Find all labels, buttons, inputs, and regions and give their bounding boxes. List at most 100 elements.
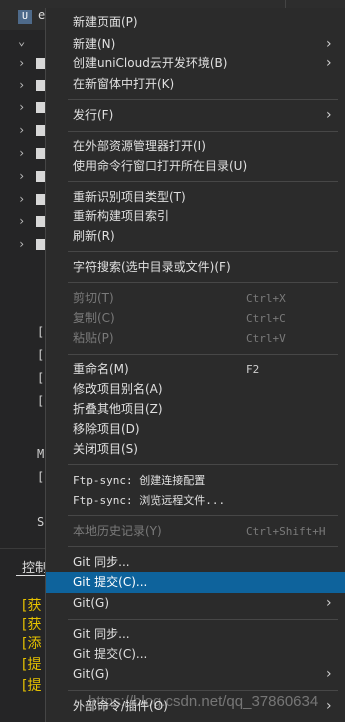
tree-row[interactable]: [: [0, 391, 50, 413]
file-glyph: S: [37, 515, 45, 529]
chevron-right-icon[interactable]: ›: [18, 78, 25, 92]
tree-row[interactable]: ›: [0, 233, 50, 255]
menu-item-collapse-others[interactable]: 折叠其他项目(Z): [46, 399, 345, 420]
menu-item-close-project[interactable]: 关闭项目(S): [46, 439, 345, 460]
console-line: [提: [22, 657, 42, 673]
tree-row[interactable]: ›: [0, 119, 50, 141]
menu-separator: [68, 282, 338, 283]
menu-item-git-commit-2[interactable]: Git 提交(C)...: [46, 644, 345, 665]
chevron-right-icon: ›: [326, 666, 332, 682]
chevron-right-icon[interactable]: ›: [18, 192, 25, 206]
menu-item-open-terminal[interactable]: 使用命令行窗口打开所在目录(U): [46, 156, 345, 177]
project-type-icon: U: [18, 10, 32, 24]
menu-item-git-2[interactable]: Git(G) ›: [46, 664, 345, 685]
chevron-right-icon[interactable]: ›: [18, 237, 25, 251]
menu-separator: [68, 464, 338, 465]
folder-icon: [36, 216, 45, 227]
tree-row[interactable]: ›: [0, 188, 50, 210]
chevron-right-icon[interactable]: ›: [18, 214, 25, 228]
chevron-right-icon: ›: [326, 595, 332, 611]
chevron-right-icon: ›: [326, 107, 332, 123]
tree-row[interactable]: M: [0, 444, 50, 466]
menu-item-git-commit[interactable]: Git 提交(C)...: [46, 572, 345, 593]
console-line: [获: [22, 598, 42, 614]
tree-row[interactable]: ›: [0, 52, 50, 74]
menu-item-git-sync[interactable]: Git 同步...: [46, 552, 345, 573]
menu-separator: [68, 619, 338, 620]
file-glyph: [: [37, 394, 45, 408]
menu-item-refresh[interactable]: 刷新(R): [46, 226, 345, 247]
tree-row[interactable]: S: [0, 512, 50, 534]
folder-icon: [36, 171, 45, 182]
shortcut-label: Ctrl+V: [246, 332, 286, 345]
menu-item-git[interactable]: Git(G) ›: [46, 593, 345, 614]
chevron-right-icon[interactable]: ›: [18, 100, 25, 114]
menu-separator: [68, 515, 338, 516]
console-line: [提: [22, 678, 42, 694]
menu-item-open-in-explorer[interactable]: 在外部资源管理器打开(I): [46, 136, 345, 157]
chevron-right-icon[interactable]: ›: [18, 169, 25, 183]
console-line: [添: [22, 636, 42, 652]
menu-item-publish[interactable]: 发行(F) ›: [46, 105, 345, 126]
tree-row[interactable]: ›: [0, 142, 50, 164]
menu-separator: [68, 354, 338, 355]
folder-icon: [36, 148, 45, 159]
file-glyph: [: [37, 325, 45, 339]
menu-item-new-page[interactable]: 新建页面(P): [46, 12, 345, 33]
context-menu: 新建页面(P) 新建(N) › 创建uniCloud云开发环境(B) › 在新窗体中…: [45, 8, 345, 722]
menu-item-ftp-create[interactable]: Ftp-sync: 创建连接配置: [46, 470, 345, 491]
menu-separator: [68, 131, 338, 132]
menu-item-local-history[interactable]: 本地历史记录(Y) Ctrl+Shift+H: [46, 521, 345, 542]
menu-item-rename[interactable]: 重命名(M) F2: [46, 359, 345, 380]
menu-item-project-alias[interactable]: 修改项目别名(A): [46, 379, 345, 400]
folder-icon: [36, 58, 45, 69]
tree-row[interactable]: [: [0, 322, 50, 344]
chevron-down-icon[interactable]: ⌄: [18, 34, 25, 48]
menu-item-cut[interactable]: 剪切(T) Ctrl+X: [46, 288, 345, 309]
folder-icon: [36, 102, 45, 113]
menu-item-ftp-browse[interactable]: Ftp-sync: 浏览远程文件...: [46, 490, 345, 511]
shortcut-label: Ctrl+C: [246, 312, 286, 325]
menu-item-remove-project[interactable]: 移除项目(D): [46, 419, 345, 440]
menu-item-create-unicloud[interactable]: 创建uniCloud云开发环境(B) ›: [46, 53, 345, 74]
folder-icon: [36, 194, 45, 205]
tree-row[interactable]: [: [0, 467, 50, 489]
menu-item-open-new-window[interactable]: 在新窗体中打开(K): [46, 74, 345, 95]
console-line: [获: [22, 617, 42, 633]
menu-item-paste[interactable]: 粘贴(P) Ctrl+V: [46, 328, 345, 349]
folder-icon: [36, 239, 45, 250]
chevron-right-icon: ›: [326, 55, 332, 71]
menu-item-search[interactable]: 字符搜索(选中目录或文件)(F): [46, 257, 345, 278]
menu-separator: [68, 546, 338, 547]
watermark: https://blog.csdn.net/qq_37860634: [88, 693, 319, 710]
menu-item-reidentify-type[interactable]: 重新识别项目类型(T): [46, 187, 345, 208]
menu-separator: [68, 251, 338, 252]
tree-row[interactable]: ›: [0, 96, 50, 118]
tree-row[interactable]: ›: [0, 210, 50, 232]
tree-row[interactable]: [: [0, 368, 50, 390]
chevron-right-icon[interactable]: ›: [18, 146, 25, 160]
tree-row[interactable]: ⌄: [0, 30, 50, 52]
menu-separator: [68, 99, 338, 100]
menu-separator: [68, 181, 338, 182]
menu-item-new[interactable]: 新建(N) ›: [46, 34, 345, 55]
menu-item-copy[interactable]: 复制(C) Ctrl+C: [46, 308, 345, 329]
tree-row[interactable]: ›: [0, 74, 50, 96]
file-glyph: M: [37, 447, 45, 461]
menu-item-rebuild-index[interactable]: 重新构建项目索引: [46, 206, 345, 227]
menu-separator: [68, 690, 338, 691]
chevron-right-icon[interactable]: ›: [18, 56, 25, 70]
file-glyph: [: [37, 371, 45, 385]
shortcut-label: Ctrl+Shift+H: [246, 525, 326, 538]
tree-row[interactable]: ›: [0, 165, 50, 187]
tree-row[interactable]: [: [0, 345, 50, 367]
file-glyph: [: [37, 348, 45, 362]
shortcut-label: F2: [246, 363, 260, 376]
project-tree: ⌄ › › › › › › › › › [ [ [ [ M [ S: [0, 30, 50, 545]
shortcut-label: Ctrl+X: [246, 292, 286, 305]
file-glyph: [: [37, 470, 45, 484]
chevron-right-icon: ›: [326, 698, 332, 714]
chevron-right-icon[interactable]: ›: [18, 123, 25, 137]
menu-item-git-sync-2[interactable]: Git 同步...: [46, 624, 345, 645]
folder-icon: [36, 125, 45, 136]
